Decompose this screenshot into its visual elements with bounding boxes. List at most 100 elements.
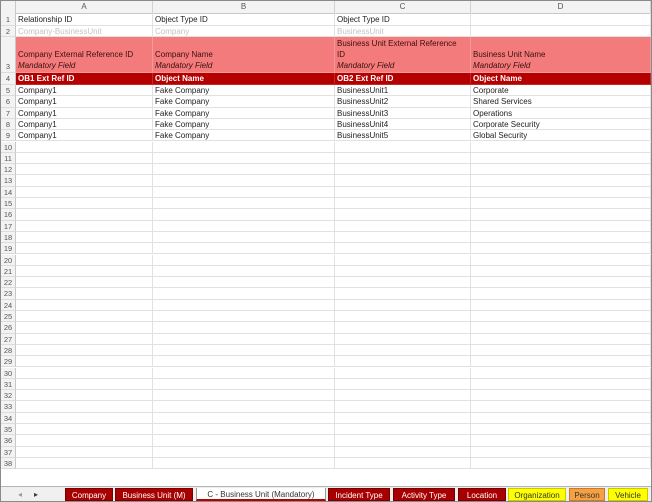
row-header[interactable]: 20 — [1, 254, 16, 266]
cell-b[interactable]: Fake Company — [153, 85, 335, 97]
empty-cell[interactable] — [335, 198, 471, 210]
cell-a[interactable]: Company1 — [16, 130, 153, 142]
empty-cell[interactable] — [471, 367, 651, 379]
cell-d[interactable]: Corporate Security — [471, 118, 651, 131]
cell-d4[interactable]: Object Name — [471, 73, 651, 85]
empty-cell[interactable] — [16, 231, 153, 244]
empty-cell[interactable] — [471, 322, 651, 334]
row-header[interactable]: 11 — [1, 152, 16, 165]
sheet-tab[interactable]: C - Business Unit (Mandatory) — [196, 488, 326, 501]
cell-d[interactable]: Global Security — [471, 130, 651, 142]
sheet-tab[interactable]: Organization — [508, 488, 566, 501]
empty-cell[interactable] — [16, 175, 153, 187]
row-header[interactable]: 8 — [1, 118, 16, 131]
empty-cell[interactable] — [335, 424, 471, 436]
sheet-tab[interactable]: Vehicle — [608, 488, 648, 501]
row-header[interactable]: 28 — [1, 344, 16, 357]
empty-cell[interactable] — [471, 265, 651, 278]
empty-cell[interactable] — [335, 164, 471, 176]
empty-cell[interactable] — [471, 198, 651, 210]
empty-cell[interactable] — [471, 446, 651, 458]
row-header[interactable]: 31 — [1, 378, 16, 391]
empty-cell[interactable] — [16, 424, 153, 436]
row-header[interactable]: 35 — [1, 424, 16, 436]
cell-c[interactable]: BusinessUnit2 — [335, 96, 471, 108]
empty-cell[interactable] — [335, 243, 471, 255]
sheet-tab[interactable]: Location — [458, 488, 506, 501]
row-header[interactable]: 34 — [1, 412, 16, 424]
row-header[interactable]: 13 — [1, 175, 16, 187]
row-header[interactable]: 38 — [1, 457, 16, 470]
sheet-tab[interactable]: Incident Type — [328, 488, 390, 501]
empty-cell[interactable] — [335, 141, 471, 153]
row-header[interactable]: 27 — [1, 333, 16, 345]
empty-cell[interactable] — [16, 390, 153, 402]
scroll-tabs-left-icon[interactable]: ◂ — [15, 487, 25, 501]
empty-cell[interactable] — [471, 390, 651, 402]
empty-cell[interactable] — [335, 220, 471, 232]
row-header[interactable]: 3 — [1, 37, 16, 73]
empty-cell[interactable] — [335, 344, 471, 357]
empty-cell[interactable] — [471, 186, 651, 198]
empty-cell[interactable] — [471, 231, 651, 244]
empty-cell[interactable] — [153, 367, 335, 379]
cell-c3[interactable]: Business Unit External Reference ID Mand… — [335, 37, 471, 73]
empty-cell[interactable] — [16, 457, 153, 470]
row-header[interactable]: 24 — [1, 299, 16, 311]
sheet-tab[interactable]: Person — [569, 488, 605, 501]
row-header[interactable]: 16 — [1, 209, 16, 221]
cell-d3[interactable]: Business Unit Name Mandatory Field — [471, 37, 651, 73]
cell-b[interactable]: Fake Company — [153, 96, 335, 108]
empty-cell[interactable] — [335, 265, 471, 278]
empty-cell[interactable] — [153, 288, 335, 300]
empty-cell[interactable] — [471, 412, 651, 424]
empty-cell[interactable] — [335, 390, 471, 402]
empty-cell[interactable] — [471, 152, 651, 165]
empty-cell[interactable] — [16, 164, 153, 176]
empty-cell[interactable] — [16, 311, 153, 323]
empty-cell[interactable] — [335, 446, 471, 458]
cell-a3[interactable]: Company External Reference ID Mandatory … — [16, 37, 153, 73]
row-header[interactable]: 10 — [1, 141, 16, 153]
empty-cell[interactable] — [16, 322, 153, 334]
empty-cell[interactable] — [153, 401, 335, 413]
empty-cell[interactable] — [153, 344, 335, 357]
empty-cell[interactable] — [335, 401, 471, 413]
row-header[interactable]: 15 — [1, 198, 16, 210]
empty-cell[interactable] — [16, 254, 153, 266]
cell-c2[interactable]: BusinessUnit — [335, 26, 471, 37]
empty-cell[interactable] — [153, 254, 335, 266]
empty-cell[interactable] — [335, 311, 471, 323]
empty-cell[interactable] — [153, 209, 335, 221]
empty-cell[interactable] — [16, 186, 153, 198]
empty-cell[interactable] — [335, 277, 471, 289]
empty-cell[interactable] — [335, 356, 471, 368]
row-header[interactable]: 7 — [1, 107, 16, 119]
cell-c1[interactable]: Object Type ID — [335, 13, 471, 26]
empty-cell[interactable] — [471, 424, 651, 436]
empty-cell[interactable] — [153, 231, 335, 244]
empty-cell[interactable] — [153, 243, 335, 255]
cell-c[interactable]: BusinessUnit1 — [335, 85, 471, 97]
empty-cell[interactable] — [335, 367, 471, 379]
scroll-tabs-right-icon[interactable]: ▸ — [31, 487, 41, 501]
empty-cell[interactable] — [335, 378, 471, 391]
row-header[interactable]: 14 — [1, 186, 16, 198]
row-header[interactable]: 22 — [1, 277, 16, 289]
row-header[interactable]: 9 — [1, 130, 16, 142]
cell-a4[interactable]: OB1 Ext Ref ID — [16, 73, 153, 85]
cell-b[interactable]: Fake Company — [153, 107, 335, 119]
empty-cell[interactable] — [471, 311, 651, 323]
row-header[interactable]: 2 — [1, 26, 16, 37]
empty-cell[interactable] — [471, 277, 651, 289]
empty-cell[interactable] — [153, 446, 335, 458]
empty-cell[interactable] — [471, 457, 651, 470]
cell-c4[interactable]: OB2 Ext Ref ID — [335, 73, 471, 85]
empty-cell[interactable] — [471, 164, 651, 176]
empty-cell[interactable] — [471, 435, 651, 447]
cell-d2[interactable] — [471, 26, 651, 37]
empty-cell[interactable] — [471, 243, 651, 255]
empty-cell[interactable] — [16, 333, 153, 345]
empty-cell[interactable] — [335, 435, 471, 447]
empty-cell[interactable] — [471, 141, 651, 153]
